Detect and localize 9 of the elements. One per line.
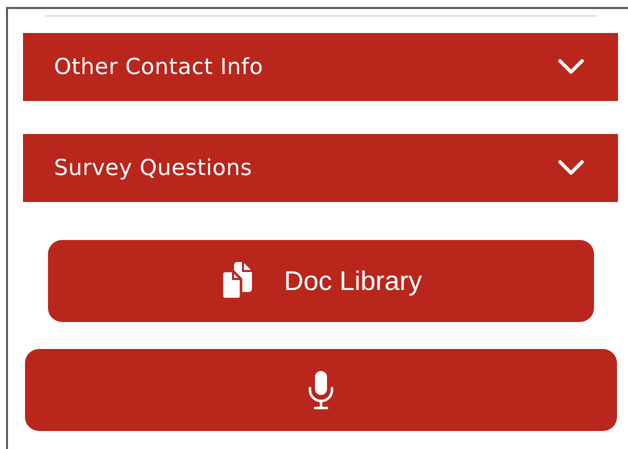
accordion-title: Other Contact Info	[54, 54, 264, 80]
accordion-header[interactable]: Survey Questions	[23, 134, 618, 202]
voice-button[interactable]	[25, 349, 617, 431]
accordion-header[interactable]: Other Contact Info	[23, 33, 618, 101]
library-button[interactable]: Doc Library	[48, 240, 594, 322]
accordion-title: Survey Questions	[54, 156, 252, 180]
microphone-icon	[307, 370, 335, 410]
chevron-down-icon	[558, 59, 584, 75]
chevron-down-icon	[558, 160, 584, 176]
